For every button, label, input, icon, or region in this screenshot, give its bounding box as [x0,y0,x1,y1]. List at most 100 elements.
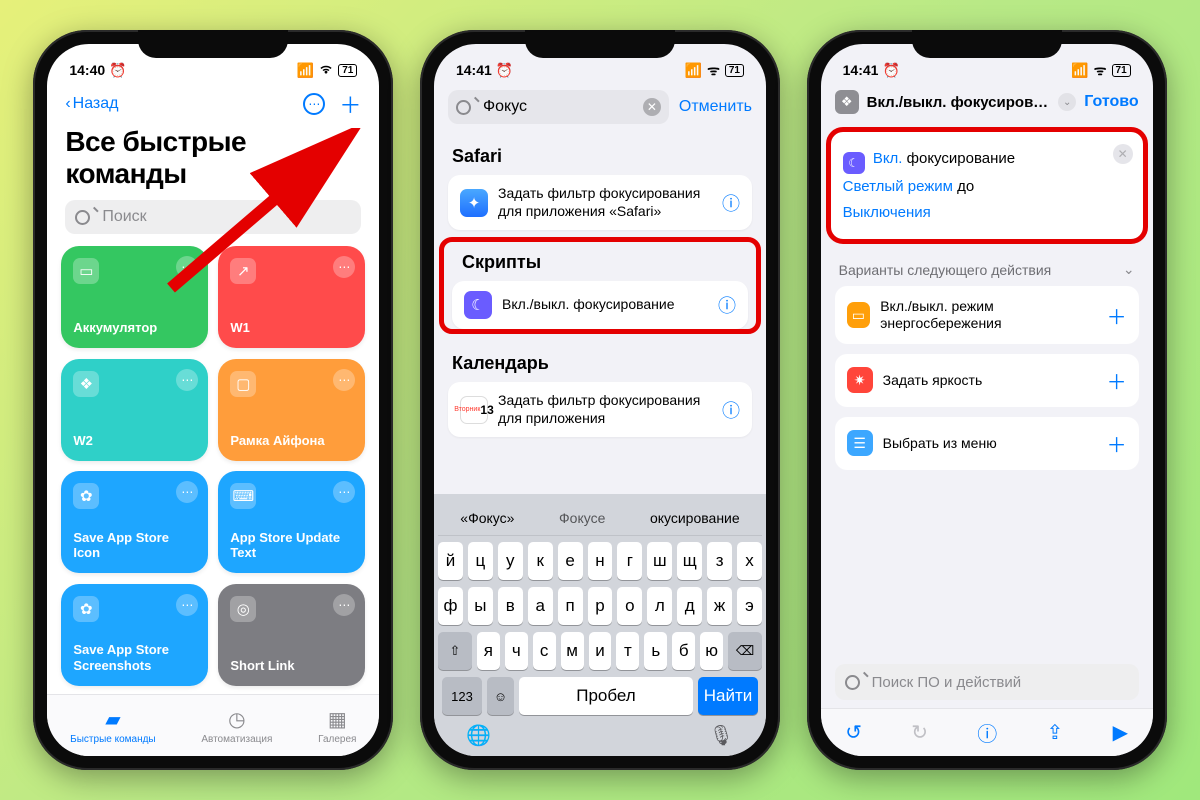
chevron-down-icon[interactable]: ⌄ [1123,261,1135,278]
key-г[interactable]: г [617,542,642,580]
key-х[interactable]: х [737,542,762,580]
key-я[interactable]: я [477,632,500,670]
key-л[interactable]: л [647,587,672,625]
key-ц[interactable]: ц [468,542,493,580]
key-п[interactable]: п [558,587,583,625]
key-emoji[interactable]: ☺ [487,677,514,715]
highlighted-section: Скрипты ☾ Вкл./выкл. фокусирование ⓘ [444,242,756,329]
action-calendar-focus-filter[interactable]: Вторник 13 Задать фильтр фокусирования д… [448,382,752,437]
shortcut-tile[interactable]: ⋯ ✿ Save App Store Icon [61,471,208,573]
key-ь[interactable]: ь [644,632,667,670]
shortcut-tile[interactable]: ⋯ ✿ Save App Store Screenshots [61,584,208,686]
suggestion-low-power[interactable]: ▭ Вкл./выкл. режим энергосбережения ＋ [835,286,1139,344]
key-ф[interactable]: ф [438,587,463,625]
tile-menu-icon[interactable]: ⋯ [333,256,355,278]
token-until[interactable]: Выключения [843,204,931,221]
key-т[interactable]: т [616,632,639,670]
tab-label: Галерея [318,734,356,745]
shortcut-tile[interactable]: ⋯ ⌨ App Store Update Text [218,471,365,573]
action-block-focus[interactable]: ✕ ☾ Вкл. фокусирование Светлый режим до … [831,132,1143,239]
key-shift[interactable]: ⇧ [438,632,472,670]
key-к[interactable]: к [528,542,553,580]
suggestion-choose-menu[interactable]: ☰ Выбрать из меню ＋ [835,417,1139,470]
more-options-button[interactable]: ⋯ [303,93,325,115]
globe-icon[interactable]: 🌐 [466,723,491,748]
shortcut-title[interactable]: Вкл./выкл. фокусирован… [867,94,1051,111]
key-find[interactable]: Найти [698,677,758,715]
key-ж[interactable]: ж [707,587,732,625]
share-button[interactable]: ⇪ [1047,720,1064,745]
key-о[interactable]: о [617,587,642,625]
tile-menu-icon[interactable]: ⋯ [176,481,198,503]
shortcut-tile[interactable]: ⋯ ↗ W1 [218,246,365,348]
suggestion[interactable]: окусирование [650,510,740,526]
back-button[interactable]: ‹ Назад [65,95,118,113]
info-icon[interactable]: ⓘ [722,397,740,423]
key-н[interactable]: н [588,542,613,580]
notch [525,30,675,58]
done-button[interactable]: Готово [1084,93,1138,111]
token-turn[interactable]: Вкл. [873,150,903,167]
info-icon[interactable]: ⓘ [722,190,740,216]
info-icon[interactable]: ⓘ [718,292,736,318]
key-д[interactable]: д [677,587,702,625]
key-ч[interactable]: ч [505,632,528,670]
key-в[interactable]: в [498,587,523,625]
key-б[interactable]: б [672,632,695,670]
key-ш[interactable]: ш [647,542,672,580]
mic-icon[interactable]: 🎙 [709,723,734,748]
action-toggle-focus[interactable]: ☾ Вкл./выкл. фокусирование ⓘ [452,281,748,329]
key-backspace[interactable]: ⌫ [728,632,762,670]
tab-gallery[interactable]: ▦ Галерея [318,707,356,745]
key-123[interactable]: 123 [442,677,482,715]
key-ю[interactable]: ю [700,632,723,670]
add-shortcut-button[interactable]: ＋ [339,88,361,120]
add-icon[interactable]: ＋ [1107,301,1127,330]
tile-menu-icon[interactable]: ⋯ [333,594,355,616]
key-у[interactable]: у [498,542,523,580]
action-safari-focus-filter[interactable]: ✦ Задать фильтр фокусирования для прилож… [448,175,752,230]
key-й[interactable]: й [438,542,463,580]
key-э[interactable]: э [737,587,762,625]
tab-automation[interactable]: ◷ Автоматизация [201,707,272,745]
key-ы[interactable]: ы [468,587,493,625]
tile-menu-icon[interactable]: ⋯ [333,481,355,503]
shortcut-tile[interactable]: ⋯ ▢ Рамка Айфона [218,359,365,461]
key-р[interactable]: р [588,587,613,625]
chevron-down-icon[interactable]: ⌄ [1058,93,1076,111]
shortcut-tile[interactable]: ⋯ ❖ W2 [61,359,208,461]
add-icon[interactable]: ＋ [1107,429,1127,458]
key-з[interactable]: з [707,542,732,580]
suggestion[interactable]: «Фокус» [460,510,514,526]
shortcut-tile[interactable]: ⋯ ▭ Аккумулятор [61,246,208,348]
search-field[interactable]: Фокус ✕ [448,90,669,124]
key-м[interactable]: м [561,632,584,670]
phone-action-search: 14:41 ⏰ 📶 ᯤ 71 Фокус ✕ Отменить Safari [420,30,780,770]
search-field[interactable]: Поиск [65,200,361,234]
suggestion-brightness[interactable]: ✷ Задать яркость ＋ [835,354,1139,407]
cancel-button[interactable]: Отменить [679,98,752,116]
token-mode[interactable]: Светлый режим [843,178,953,195]
key-а[interactable]: а [528,587,553,625]
tile-label: W2 [73,433,196,449]
key-space[interactable]: Пробел [519,677,693,715]
shortcut-tile[interactable]: ⋯ ◎ Short Link [218,584,365,686]
tile-menu-icon[interactable]: ⋯ [176,256,198,278]
tile-menu-icon[interactable]: ⋯ [333,369,355,391]
key-щ[interactable]: щ [677,542,702,580]
undo-button[interactable]: ↺ [845,720,862,745]
tile-menu-icon[interactable]: ⋯ [176,369,198,391]
tab-shortcuts[interactable]: ▰ Быстрые команды [70,707,155,745]
add-icon[interactable]: ＋ [1107,366,1127,395]
key-и[interactable]: и [589,632,612,670]
search-actions-field[interactable]: Поиск ПО и действий [835,664,1139,700]
key-е[interactable]: е [558,542,583,580]
run-button[interactable]: ▶ [1113,720,1128,745]
info-button[interactable]: ⓘ [977,718,997,747]
key-с[interactable]: с [533,632,556,670]
shortcut-icon[interactable]: ❖ [835,90,859,114]
clear-search-button[interactable]: ✕ [643,98,661,116]
suggestion[interactable]: Фокусе [559,510,605,526]
tile-menu-icon[interactable]: ⋯ [176,594,198,616]
remove-action-button[interactable]: ✕ [1113,144,1133,164]
